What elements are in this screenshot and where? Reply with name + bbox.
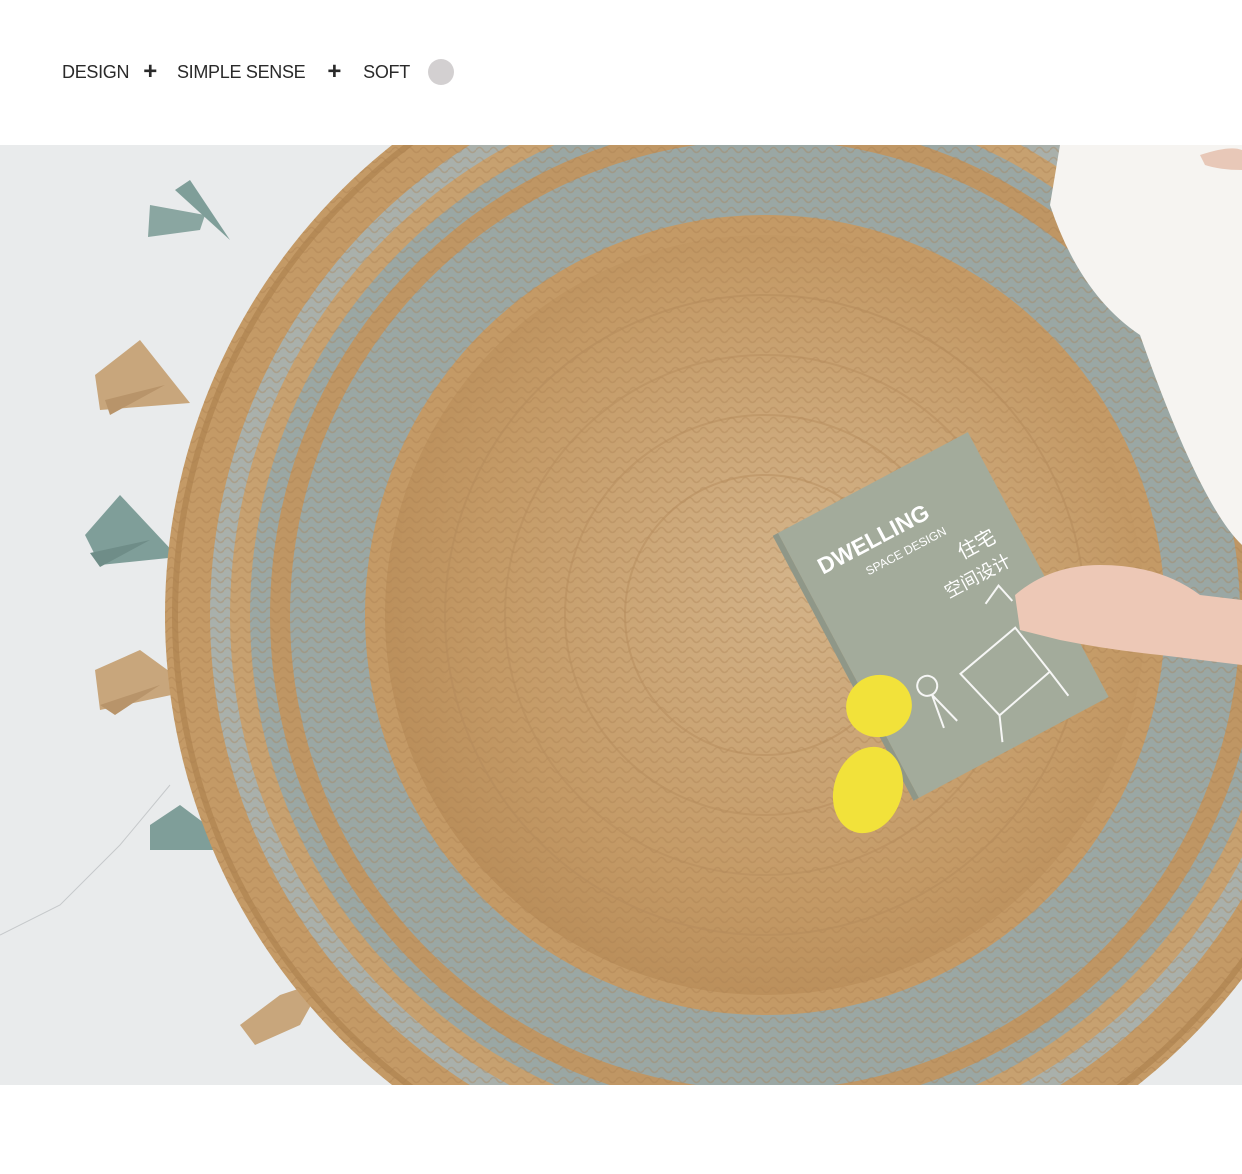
tagline-design: DESIGN (62, 61, 130, 82)
tagline-simple-sense: SIMPLE SENSE (176, 61, 306, 82)
rug-scene: DWELLING SPACE DESIGN 住宅 空间设计 (0, 145, 1242, 1085)
color-swatch-dot (427, 59, 454, 85)
plus-separator: + (327, 58, 342, 85)
plus-separator: + (143, 58, 157, 85)
tagline: DESIGN + SIMPLE SENSE + SOFT (62, 56, 454, 88)
tagline-soft: SOFT (363, 61, 410, 82)
product-photo: DWELLING SPACE DESIGN 住宅 空间设计 (0, 145, 1242, 1085)
